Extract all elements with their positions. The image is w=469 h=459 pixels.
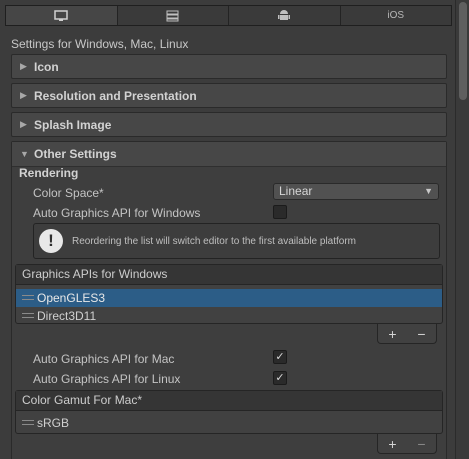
auto-api-windows-label: Auto Graphics API for Windows bbox=[33, 206, 201, 220]
list-item[interactable]: sRGB bbox=[16, 414, 442, 432]
list-item[interactable]: OpenGLES3 bbox=[16, 289, 442, 307]
tab-ios-label: iOS bbox=[387, 10, 405, 21]
tab-server[interactable] bbox=[117, 6, 229, 25]
color-gamut-list: Color Gamut For Mac* sRGB bbox=[15, 390, 443, 434]
checkmark-icon: ✓ bbox=[275, 372, 285, 384]
tab-standalone[interactable] bbox=[6, 6, 118, 25]
expand-arrow-icon: ▶ bbox=[20, 119, 27, 129]
foldout-label: Splash Image bbox=[34, 117, 112, 132]
remove-button[interactable]: − bbox=[417, 436, 425, 452]
foldout-label: Icon bbox=[34, 59, 59, 74]
platform-tabs: iOS bbox=[5, 5, 452, 26]
platform-subtitle: Settings for Windows, Mac, Linux bbox=[11, 37, 189, 51]
gamut-list-footer: + − bbox=[377, 434, 437, 454]
auto-api-mac-label: Auto Graphics API for Mac bbox=[33, 352, 175, 366]
foldout-icon[interactable]: ▶ Icon bbox=[11, 54, 447, 79]
foldout-resolution[interactable]: ▶ Resolution and Presentation bbox=[11, 83, 447, 108]
foldout-label: Other Settings bbox=[34, 147, 117, 161]
info-exclamation-icon: ! bbox=[39, 229, 63, 253]
list-item-label: Direct3D11 bbox=[37, 309, 97, 323]
drag-handle-icon[interactable] bbox=[22, 295, 34, 301]
list-header: Graphics APIs for Windows bbox=[16, 265, 442, 285]
checkmark-icon: ✓ bbox=[275, 351, 285, 363]
add-button[interactable]: + bbox=[388, 326, 396, 342]
expand-arrow-icon: ▶ bbox=[20, 61, 27, 71]
color-space-value: Linear bbox=[279, 184, 313, 198]
vertical-scrollbar[interactable] bbox=[455, 0, 469, 459]
scrollbar-thumb[interactable] bbox=[459, 2, 467, 100]
rendering-heading: Rendering bbox=[19, 166, 79, 180]
tab-ios[interactable]: iOS bbox=[340, 6, 451, 25]
list-item[interactable]: Direct3D11 bbox=[16, 307, 442, 325]
auto-api-mac-checkbox[interactable]: ✓ bbox=[273, 350, 287, 364]
collapse-arrow-icon: ▼ bbox=[20, 149, 29, 159]
list-item-label: OpenGLES3 bbox=[37, 291, 106, 305]
expand-arrow-icon: ▶ bbox=[20, 90, 27, 100]
chevron-down-icon: ▼ bbox=[424, 186, 433, 196]
graphics-list-footer: + − bbox=[377, 324, 437, 344]
foldout-label: Resolution and Presentation bbox=[34, 88, 197, 103]
auto-api-windows-checkbox[interactable] bbox=[273, 205, 287, 219]
foldout-other-settings[interactable]: ▼ Other Settings bbox=[12, 142, 446, 167]
help-box: ! Reordering the list will switch editor… bbox=[33, 223, 440, 259]
add-button[interactable]: + bbox=[388, 436, 396, 452]
drag-handle-icon[interactable] bbox=[22, 313, 34, 319]
auto-api-linux-checkbox[interactable]: ✓ bbox=[273, 371, 287, 385]
auto-api-linux-label: Auto Graphics API for Linux bbox=[33, 372, 181, 386]
remove-button[interactable]: − bbox=[417, 326, 425, 342]
monitor-icon bbox=[54, 9, 68, 21]
color-space-dropdown[interactable]: Linear ▼ bbox=[273, 183, 439, 200]
list-header: Color Gamut For Mac* bbox=[16, 391, 442, 411]
tab-android[interactable] bbox=[229, 6, 341, 25]
list-item-label: sRGB bbox=[37, 416, 70, 430]
graphics-apis-list: Graphics APIs for Windows OpenGLES3 Dire… bbox=[15, 264, 443, 324]
foldout-splash[interactable]: ▶ Splash Image bbox=[11, 112, 447, 137]
help-message: Reordering the list will switch editor t… bbox=[72, 236, 357, 247]
android-icon bbox=[278, 10, 291, 20]
drag-handle-icon[interactable] bbox=[22, 420, 34, 426]
color-space-label: Color Space* bbox=[33, 186, 104, 200]
server-icon bbox=[166, 10, 179, 21]
